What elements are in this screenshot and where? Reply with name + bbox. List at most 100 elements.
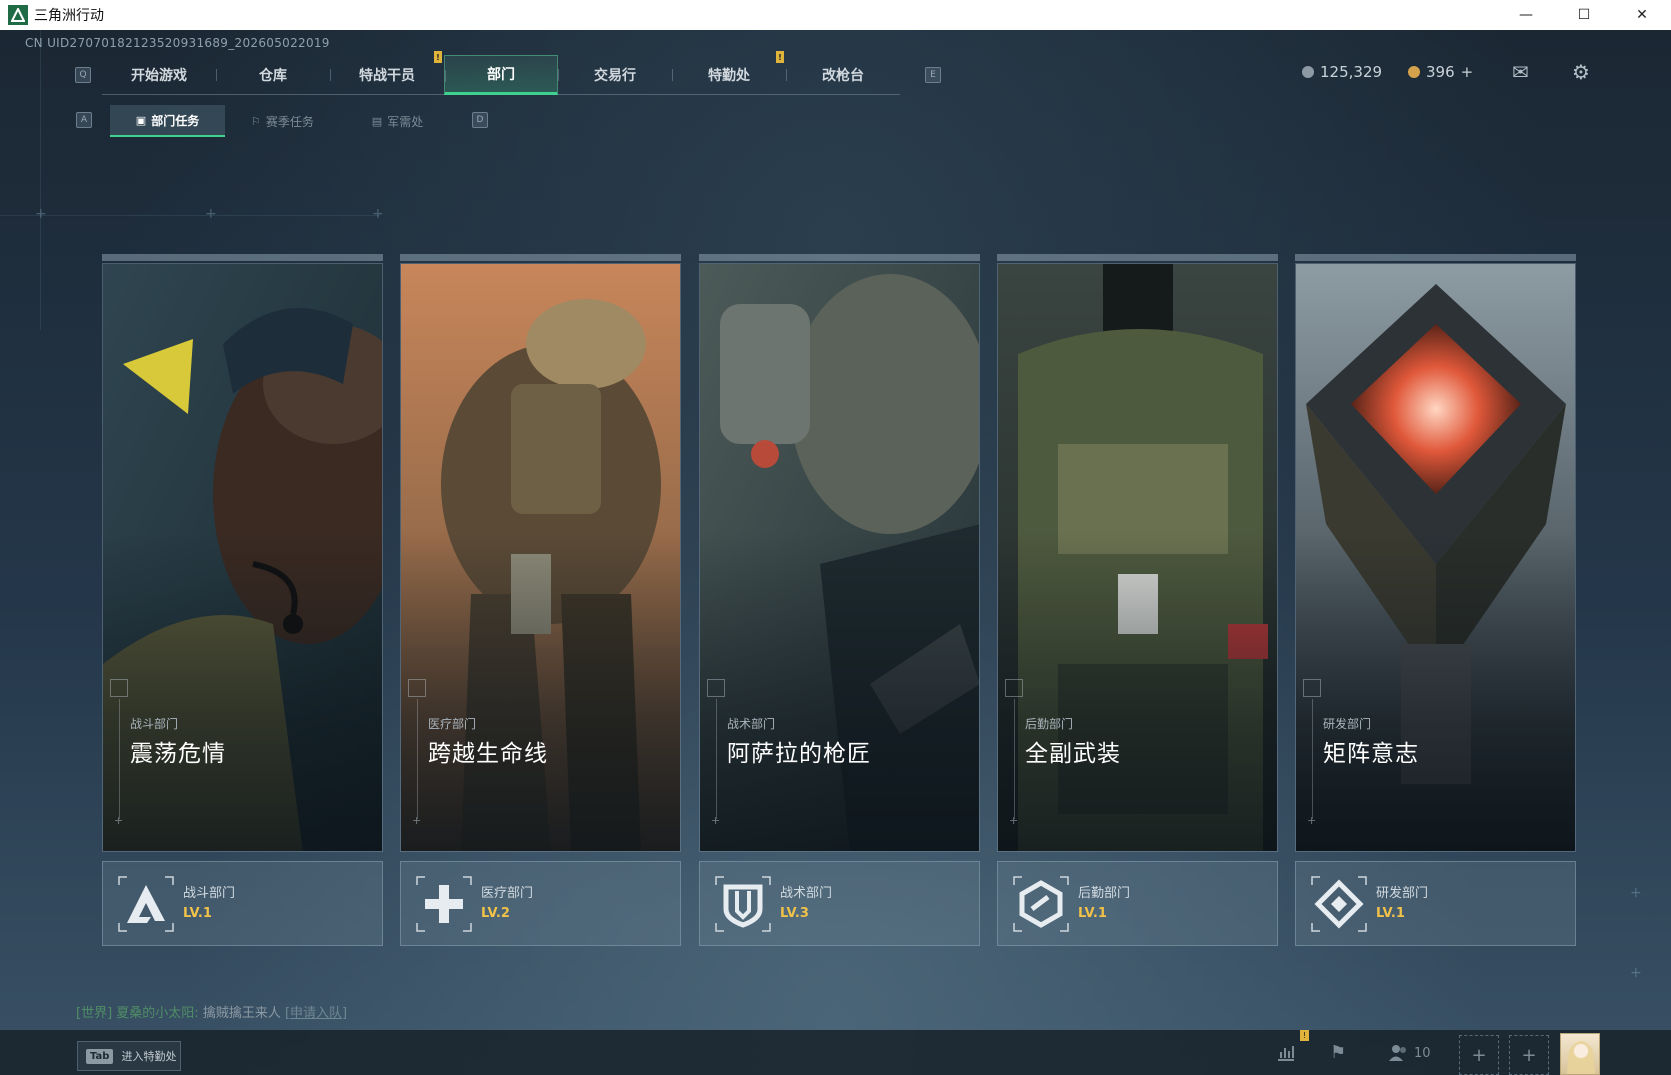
card-vline [716, 699, 717, 819]
card-vline [1312, 699, 1313, 819]
card-vline [119, 699, 120, 819]
dept-card-tactical[interactable]: + 战术部门 阿萨拉的枪匠 战术部门 LV.3 [699, 254, 980, 946]
level-value: LV.3 [780, 906, 809, 921]
tab-label: 特勤处 [708, 67, 750, 84]
ticket-icon [1408, 66, 1420, 78]
card-title: 震荡危情 [130, 741, 226, 767]
decor-line [40, 30, 41, 330]
level-name: 医疗部门 [481, 886, 534, 901]
tab-label: 赛季任务 [265, 114, 314, 129]
tab-warehouse[interactable]: 仓库 [216, 55, 330, 95]
card-vline [417, 699, 418, 819]
card-category: 医疗部门 [428, 717, 477, 731]
decor-cross: + [1630, 885, 1642, 901]
card-category: 研发部门 [1323, 717, 1372, 731]
decor-cross: + [372, 206, 384, 222]
chat-channel: [世界] [76, 1006, 113, 1021]
level-name: 研发部门 [1376, 886, 1429, 901]
dept-level-box[interactable]: 医疗部门 LV.2 [400, 861, 681, 946]
task-icon: ▣ [135, 113, 147, 127]
add-slot-button[interactable]: + [1509, 1035, 1549, 1075]
mail-icon[interactable]: ✉ [1512, 60, 1529, 84]
tab-label: 仓库 [259, 67, 287, 84]
add-ticket-button[interactable]: + [1461, 63, 1474, 81]
tab-season-tasks[interactable]: ⚐ 赛季任务 [225, 105, 340, 137]
level-name: 战术部门 [780, 886, 833, 901]
level-value: LV.1 [183, 906, 212, 921]
dept-card-combat[interactable]: + 战斗部门 震荡危情 战斗部门 LV.1 [102, 254, 383, 946]
dept-card-research[interactable]: + 研发部门 矩阵意志 研发部门 LV.1 [1295, 254, 1576, 946]
tab-operators[interactable]: 特战干员 ! [330, 51, 444, 95]
level-name: 后勤部门 [1078, 886, 1131, 901]
level-value: LV.1 [1376, 906, 1405, 921]
card-title: 全副武装 [1025, 741, 1121, 767]
sub-nav: ▣ 部门任务 ⚐ 赛季任务 ▤ 军需处 [110, 105, 455, 137]
dept-level-box[interactable]: 战斗部门 LV.1 [102, 861, 383, 946]
friends-icon [1389, 1045, 1406, 1061]
tab-trading[interactable]: 交易行 [558, 55, 672, 95]
tab-special-ops[interactable]: 特勤处 ! [672, 51, 786, 95]
chat-message: 擒贼擒王来人 [202, 1006, 281, 1021]
tab-departments[interactable]: 部门 [444, 55, 558, 95]
player-uid: CN UID27070182123520931689_202605022019 [25, 36, 330, 50]
dept-level-box[interactable]: 研发部门 LV.1 [1295, 861, 1576, 946]
level-name: 战斗部门 [183, 886, 236, 901]
decor-cross: + [35, 206, 47, 222]
dept-card-logistics[interactable]: + 后勤部门 全副武装 后勤部门 LV.1 [997, 254, 1278, 946]
dept-level-box[interactable]: 后勤部门 LV.1 [997, 861, 1278, 946]
dept-level-box[interactable]: 战术部门 LV.3 [699, 861, 980, 946]
research-icon [1311, 876, 1367, 932]
enter-special-ops-button[interactable]: Tab 进入特勤处 [77, 1041, 181, 1071]
coin-balance: 125,329 [1302, 63, 1382, 81]
flag-icon[interactable]: ⚑ [1330, 1042, 1346, 1063]
card-plus-mark: + [412, 814, 422, 827]
level-value: LV.2 [481, 906, 510, 921]
add-slot-button[interactable]: + [1459, 1035, 1499, 1075]
tab-label: 特战干员 [359, 67, 415, 84]
card-plus-mark: + [1009, 814, 1019, 827]
decor-line [0, 215, 380, 216]
card-plus-mark: + [114, 814, 124, 827]
maximize-button[interactable]: ☐ [1555, 0, 1613, 30]
card-category: 战术部门 [727, 717, 776, 731]
avatar[interactable] [1560, 1033, 1600, 1075]
coin-amount: 125,329 [1320, 63, 1383, 81]
coin-icon [1302, 66, 1314, 78]
tab-start-game[interactable]: 开始游戏 [102, 55, 216, 95]
window-title: 三角洲行动 [34, 8, 104, 24]
tab-label: 部门 [487, 67, 515, 83]
bottom-bar: Tab 进入特勤处 ! ⚑ 10 + + [0, 1030, 1671, 1075]
join-team-link[interactable]: [申请入队] [285, 1006, 347, 1021]
stats-chart-icon[interactable] [1276, 1042, 1296, 1067]
card-topstrip [400, 254, 681, 261]
subnav-right-key: D [472, 112, 488, 128]
card-category: 战斗部门 [130, 717, 179, 731]
alert-badge: ! [776, 51, 784, 63]
minimize-button[interactable]: — [1497, 0, 1555, 30]
tab-label: 交易行 [594, 67, 636, 84]
dept-card-medical[interactable]: + 医疗部门 跨越生命线 医疗部门 LV.2 [400, 254, 681, 946]
tab-supply[interactable]: ▤ 军需处 [340, 105, 455, 137]
card-corner-mark [707, 679, 725, 697]
card-topstrip [1295, 254, 1576, 261]
tab-key: Tab [86, 1048, 114, 1064]
tab-label: 军需处 [387, 114, 424, 129]
friends-count: 10 [1414, 1045, 1431, 1061]
world-chat-line: [世界] 夏桑的小太阳: 擒贼擒王来人 [申请入队] [76, 1002, 347, 1021]
ticket-amount: 396 [1426, 63, 1455, 81]
app-logo-icon [8, 5, 28, 25]
nav-right-key: E [925, 67, 941, 83]
card-title: 阿萨拉的枪匠 [727, 741, 871, 767]
tab-gunsmith[interactable]: 改枪台 [786, 55, 900, 95]
friends-button[interactable]: 10 [1388, 1044, 1431, 1062]
close-button[interactable]: ✕ [1613, 0, 1671, 30]
tab-label: 部门任务 [151, 113, 200, 128]
chat-sender[interactable]: 夏桑的小太阳: [116, 1006, 198, 1021]
card-corner-mark [408, 679, 426, 697]
tab-dept-tasks[interactable]: ▣ 部门任务 [110, 105, 225, 137]
ticket-balance[interactable]: 396 + [1408, 63, 1473, 81]
card-topstrip [102, 254, 383, 261]
card-topstrip [997, 254, 1278, 261]
gear-icon[interactable]: ⚙ [1572, 60, 1590, 84]
supply-icon: ▤ [371, 114, 383, 128]
